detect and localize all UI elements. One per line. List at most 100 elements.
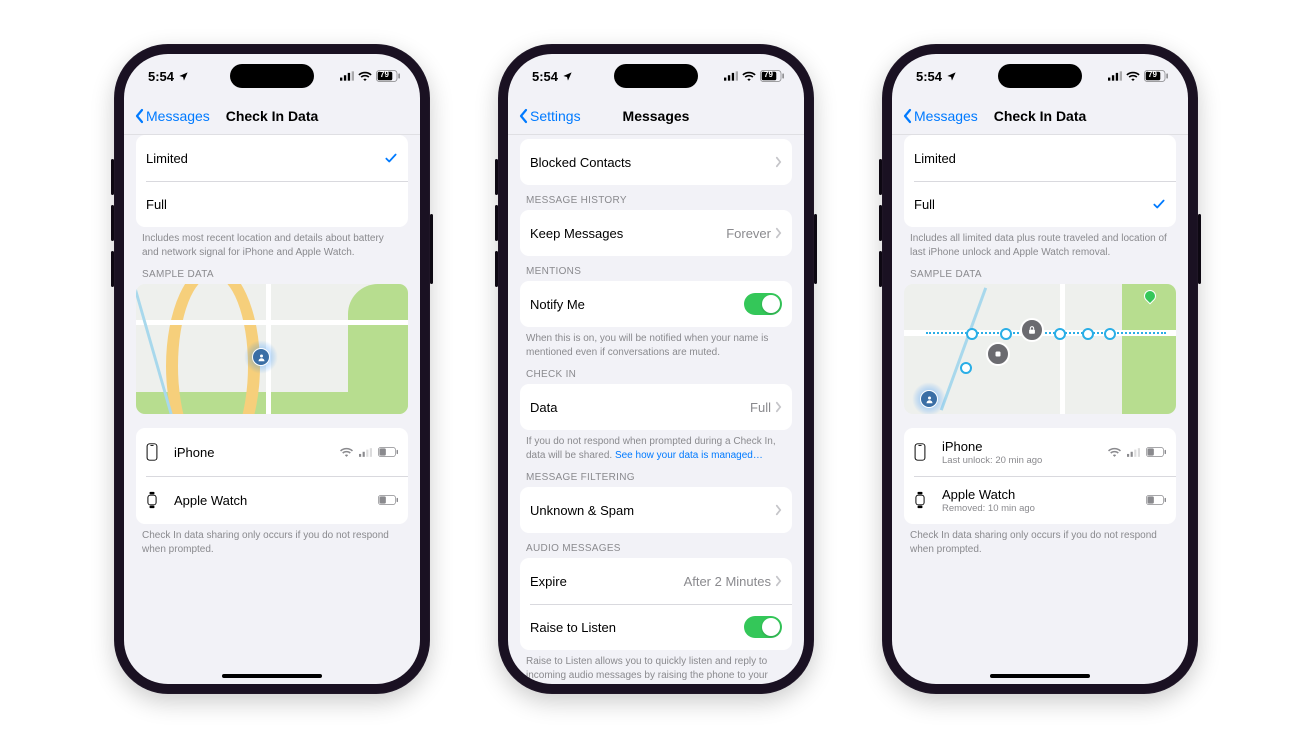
option-label: Limited [146, 151, 384, 166]
wifi-icon [358, 71, 372, 81]
chevron-right-icon [775, 504, 782, 516]
battery-pct: 79 [764, 70, 773, 79]
sample-data-header: SAMPLE DATA [904, 259, 1176, 284]
option-label: Limited [914, 151, 1166, 166]
row-label: Notify Me [530, 297, 744, 312]
mentions-footer: When this is on, you will be notified wh… [520, 327, 792, 359]
chevron-right-icon [775, 227, 782, 239]
row-unknown-spam[interactable]: Unknown & Spam [520, 487, 792, 533]
battery-icon: 79 [760, 70, 784, 82]
row-expire[interactable]: Expire After 2 Minutes [520, 558, 792, 604]
home-indicator[interactable] [222, 674, 322, 678]
row-label: Data [530, 400, 750, 415]
devices-group: iPhone Last unlock: 20 min ago Apple Wat [904, 428, 1176, 524]
content[interactable]: Limited Full Includes all limited data p… [892, 135, 1188, 674]
checkmark-icon [384, 151, 398, 165]
nav-back-button[interactable]: Messages [902, 108, 978, 124]
row-blocked-contacts[interactable]: Blocked Contacts [520, 139, 792, 185]
row-label: Raise to Listen [530, 620, 744, 635]
option-limited[interactable]: Limited [136, 135, 408, 181]
option-full[interactable]: Full [136, 181, 408, 227]
toggle-raise-to-listen[interactable] [744, 616, 782, 638]
device-name: Apple Watch [174, 493, 378, 508]
history-header: MESSAGE HISTORY [520, 185, 792, 210]
option-full[interactable]: Full [904, 181, 1176, 227]
battery-icon: 79 [376, 70, 400, 82]
row-label: Keep Messages [530, 226, 726, 241]
nav-back-button[interactable]: Settings [518, 108, 581, 124]
devices-footer: Check In data sharing only occurs if you… [136, 524, 408, 556]
checkin-header: CHECK IN [520, 359, 792, 384]
wifi-icon [1108, 447, 1121, 457]
option-label: Full [914, 197, 1152, 212]
battery-icon [1146, 447, 1166, 457]
iphone-frame: 5:54 79 [114, 44, 430, 694]
devices-group: iPhone Apple Watch [136, 428, 408, 524]
device-iphone: iPhone [136, 428, 408, 476]
battery-icon [1146, 495, 1166, 505]
audio-header: AUDIO MESSAGES [520, 533, 792, 558]
row-label: Expire [530, 574, 684, 589]
data-managed-link[interactable]: See how your data is managed… [615, 450, 763, 461]
device-iphone: iPhone Last unlock: 20 min ago [904, 428, 1176, 476]
nav-back-label: Messages [914, 108, 978, 124]
iphone-icon [914, 443, 932, 461]
location-arrow-icon [946, 71, 957, 82]
screen: 5:54 79 Settings Messages [508, 54, 804, 684]
device-name: iPhone [942, 439, 1108, 454]
nav-back-label: Messages [146, 108, 210, 124]
sample-map [136, 284, 408, 414]
chevron-right-icon [775, 575, 782, 587]
cellular-icon [359, 448, 372, 457]
row-checkin-data[interactable]: Data Full [520, 384, 792, 430]
home-indicator[interactable] [990, 674, 1090, 678]
row-label: Blocked Contacts [530, 155, 775, 170]
filtering-header: MESSAGE FILTERING [520, 462, 792, 487]
status-time: 5:54 [148, 69, 174, 84]
device-applewatch: Apple Watch Removed: 10 min ago [904, 476, 1176, 524]
row-raise-to-listen: Raise to Listen [520, 604, 792, 650]
lock-waypoint-icon [1020, 318, 1044, 342]
row-value: Forever [726, 226, 771, 241]
chevron-left-icon [902, 108, 912, 124]
dynamic-island [614, 64, 698, 88]
cellular-icon [1108, 71, 1122, 81]
iphone-icon [146, 443, 164, 461]
watch-waypoint-icon [986, 342, 1010, 366]
wifi-icon [1126, 71, 1140, 81]
checkmark-icon [1152, 197, 1166, 211]
nav-bar: Messages Check In Data [892, 98, 1188, 135]
status-time: 5:54 [532, 69, 558, 84]
screen: 5:54 79 Messages Check In Data [892, 54, 1188, 684]
applewatch-icon [914, 491, 932, 509]
sample-map-full [904, 284, 1176, 414]
row-label: Unknown & Spam [530, 503, 775, 518]
nav-back-label: Settings [530, 108, 581, 124]
battery-icon [378, 447, 398, 457]
audio-footer: Raise to Listen allows you to quickly li… [520, 650, 792, 684]
data-level-group: Limited Full [904, 135, 1176, 227]
nav-bar: Messages Check In Data [124, 98, 420, 135]
nav-back-button[interactable]: Messages [134, 108, 210, 124]
options-footer: Includes all limited data plus route tra… [904, 227, 1176, 259]
sample-data-header: SAMPLE DATA [136, 259, 408, 284]
status-time: 5:54 [916, 69, 942, 84]
screen: 5:54 79 [124, 54, 420, 684]
chevron-right-icon [775, 156, 782, 168]
battery-icon [378, 495, 398, 505]
wifi-icon [340, 447, 353, 457]
location-arrow-icon [562, 71, 573, 82]
three-phone-stage: 5:54 79 [0, 0, 1312, 738]
dynamic-island [998, 64, 1082, 88]
toggle-notify-me[interactable] [744, 293, 782, 315]
cellular-icon [724, 71, 738, 81]
device-name: Apple Watch [942, 487, 1146, 502]
row-keep-messages[interactable]: Keep Messages Forever [520, 210, 792, 256]
chevron-left-icon [134, 108, 144, 124]
nav-bar: Settings Messages [508, 98, 804, 135]
chevron-left-icon [518, 108, 528, 124]
applewatch-icon [146, 491, 164, 509]
content[interactable]: Blocked Contacts MESSAGE HISTORY Keep Me… [508, 135, 804, 684]
content[interactable]: Limited Full Includes most recent locati… [124, 135, 420, 674]
option-limited[interactable]: Limited [904, 135, 1176, 181]
